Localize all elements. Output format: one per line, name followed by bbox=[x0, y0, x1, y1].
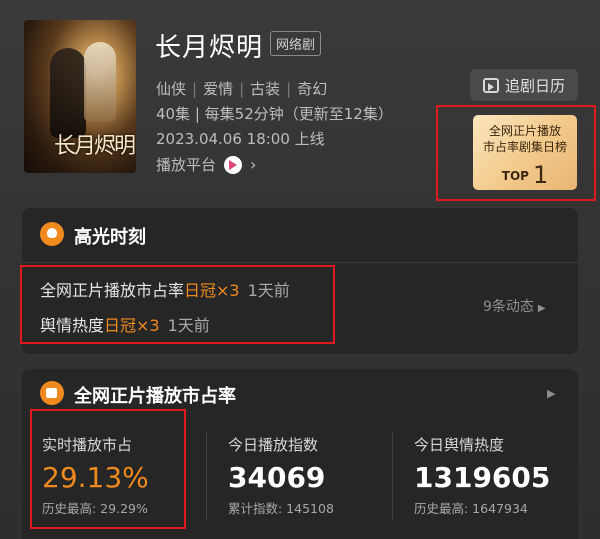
genre-item: 仙侠 bbox=[156, 80, 187, 98]
stat-label: 今日舆情热度 bbox=[414, 436, 505, 454]
genre-separator: | bbox=[192, 80, 198, 98]
stat-value: 29.13% bbox=[42, 461, 149, 494]
stat-sub: 累计指数: 145108 bbox=[228, 501, 334, 516]
follow-calendar-label: 追剧日历 bbox=[504, 76, 565, 95]
highlight-time: 1天前 bbox=[167, 316, 210, 335]
market-share-title: 全网正片播放市占率 bbox=[74, 386, 236, 407]
platform-logo-icon[interactable] bbox=[224, 155, 243, 174]
highlight-badge: 日冠×3 bbox=[184, 281, 240, 300]
stat-realtime-share[interactable]: 实时播放市占 29.13% 历史最高: 29.29% bbox=[42, 434, 149, 517]
calendar-icon bbox=[482, 77, 499, 93]
rank-badge-line1: 全网正片播放 bbox=[488, 124, 561, 138]
play-arrow-icon: ▶ bbox=[537, 303, 546, 314]
genre-list: 仙侠 | 爱情 | 古装 | 奇幻 bbox=[156, 78, 327, 99]
chevron-right-icon[interactable]: › bbox=[250, 155, 256, 174]
highlight-text: 全网正片播放市占率 bbox=[40, 281, 185, 300]
highlight-row[interactable]: 舆情热度日冠×3 1天前 bbox=[40, 312, 210, 336]
more-updates-link[interactable]: 9条动态 ▶ bbox=[483, 296, 546, 316]
episode-info: 40集 | 每集52分钟（更新至12集） bbox=[156, 105, 393, 123]
stat-value: 34069 bbox=[228, 461, 326, 494]
rank-badge[interactable]: 全网正片播放 市占率剧集日榜 TOP 1 bbox=[473, 115, 577, 190]
stat-label: 今日播放指数 bbox=[228, 436, 319, 454]
market-share-arrow-icon[interactable]: ▶ bbox=[547, 387, 555, 400]
poster-figure-dark bbox=[50, 48, 86, 138]
top-label: TOP bbox=[501, 169, 529, 183]
highlights-title: 高光时刻 bbox=[74, 227, 146, 248]
highlight-row[interactable]: 全网正片播放市占率日冠×3 1天前 bbox=[40, 277, 290, 301]
genre-item: 爱情 bbox=[203, 80, 234, 98]
genre-item: 古装 bbox=[250, 80, 281, 98]
highlight-text: 舆情热度 bbox=[40, 316, 105, 335]
genre-separator: | bbox=[239, 80, 245, 98]
card-divider bbox=[22, 262, 578, 263]
highlight-flame-icon bbox=[40, 222, 64, 246]
stat-label: 实时播放市占 bbox=[42, 436, 133, 454]
platform-label: 播放平台 bbox=[156, 156, 217, 174]
show-title: 长月烬明 bbox=[155, 33, 264, 63]
air-time: 2023.04.06 18:00 上线 bbox=[156, 130, 325, 148]
top-number: 1 bbox=[532, 161, 549, 189]
poster-figure-light bbox=[84, 42, 116, 122]
rank-badge-line2: 市占率剧集日榜 bbox=[482, 140, 567, 154]
rank-badge-top: TOP 1 bbox=[473, 161, 577, 189]
rank-badge-caption: 全网正片播放 市占率剧集日榜 bbox=[473, 123, 577, 155]
highlight-badge: 日冠×3 bbox=[104, 316, 160, 335]
genre-item: 奇幻 bbox=[297, 80, 328, 98]
platform-row[interactable]: 播放平台 › bbox=[156, 154, 256, 175]
poster-image[interactable]: 长月烬明 bbox=[24, 20, 136, 173]
play-chart-icon bbox=[40, 381, 64, 405]
poster-title-text: 长月烬明 bbox=[54, 134, 136, 159]
stat-today-heat[interactable]: 今日舆情热度 1319605 历史最高: 1647934 bbox=[414, 434, 550, 517]
stat-value: 1319605 bbox=[414, 461, 551, 494]
genre-separator: | bbox=[286, 80, 292, 98]
show-type-tag: 网络剧 bbox=[270, 31, 322, 56]
stat-today-index[interactable]: 今日播放指数 34069 累计指数: 145108 bbox=[228, 434, 334, 517]
more-updates-label: 9条动态 bbox=[483, 299, 534, 315]
stat-divider bbox=[206, 432, 207, 520]
highlight-time: 1天前 bbox=[247, 281, 290, 300]
stat-divider bbox=[392, 432, 393, 520]
stat-sub: 历史最高: 1647934 bbox=[414, 501, 528, 516]
follow-calendar-button[interactable]: 追剧日历 bbox=[470, 69, 578, 101]
stat-sub: 历史最高: 29.29% bbox=[42, 501, 148, 516]
